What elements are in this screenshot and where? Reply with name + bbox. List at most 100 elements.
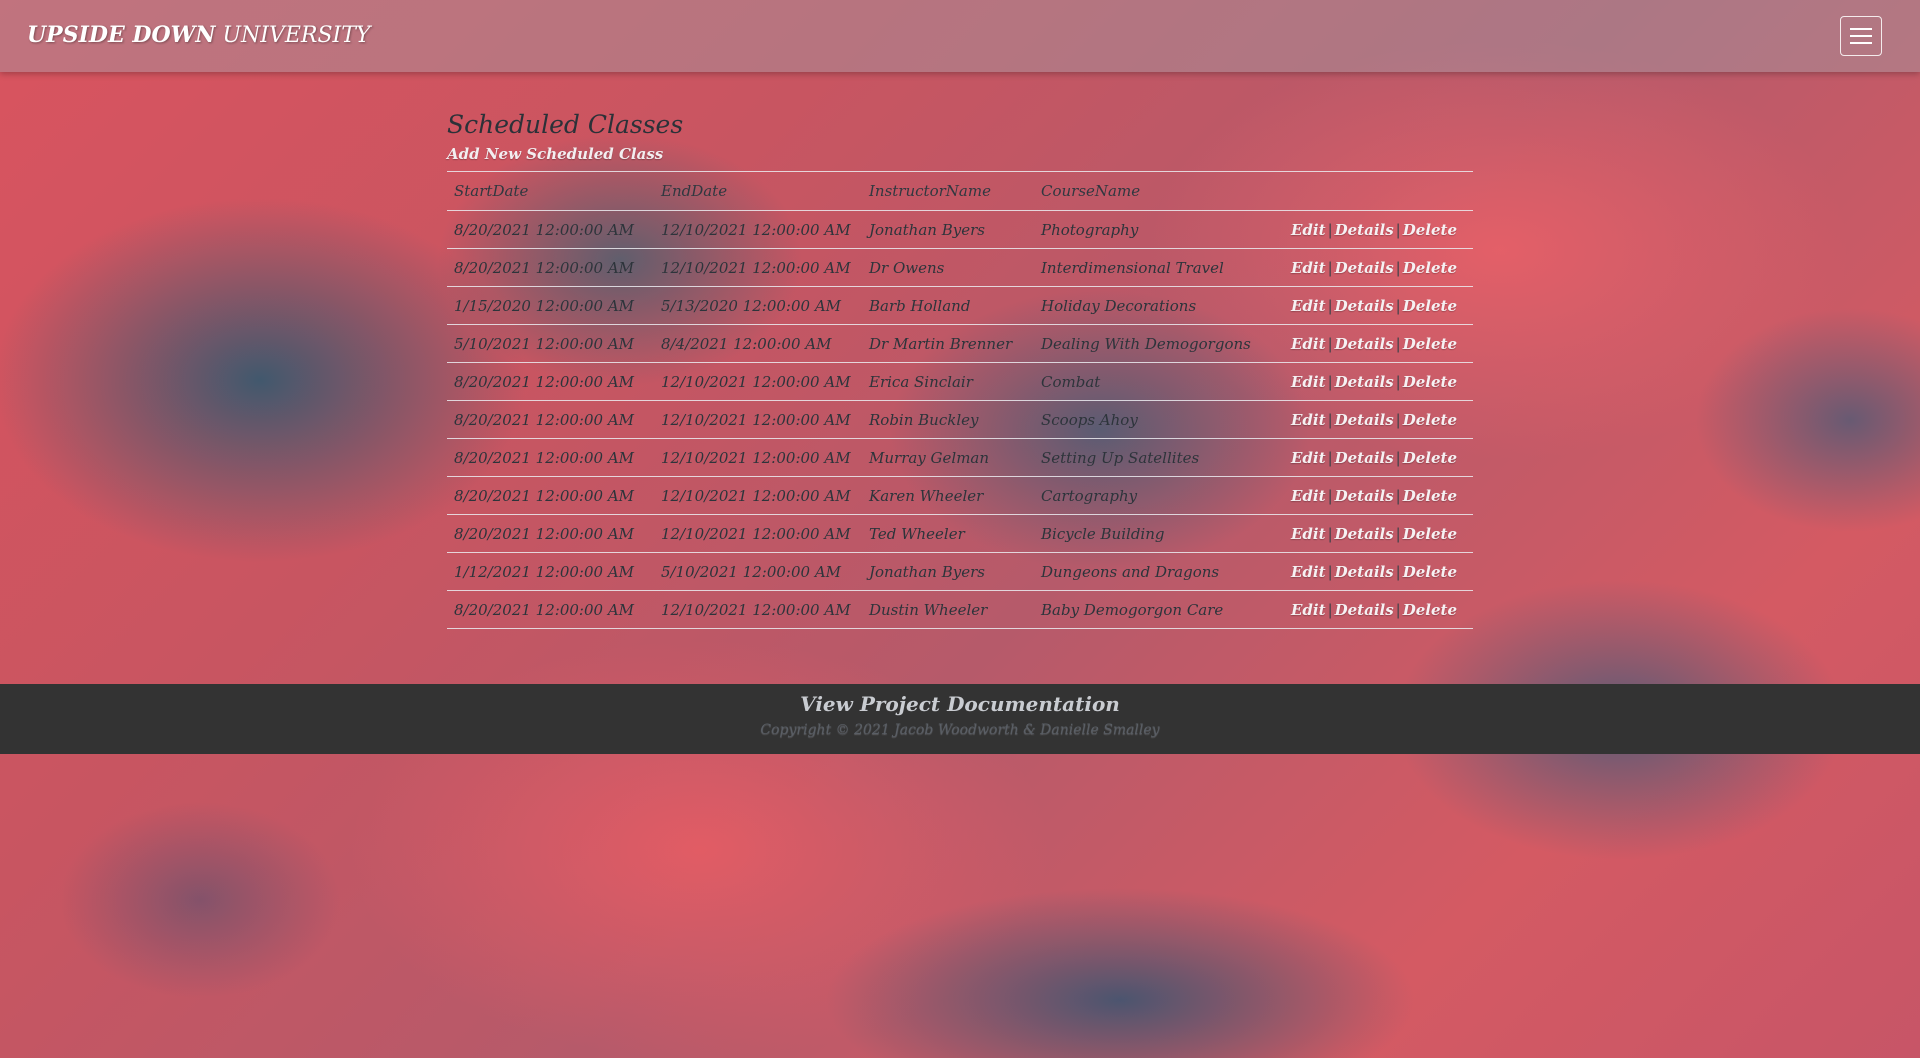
details-link[interactable]: Details xyxy=(1335,563,1394,581)
table-row: 8/20/2021 12:00:00 AM 12/10/2021 12:00:00… xyxy=(447,514,1473,553)
table-header-row: StartDate EndDate InstructorName CourseN… xyxy=(447,171,1473,211)
brand-logo-link[interactable]: UPSIDE DOWN UNIVERSITY xyxy=(27,22,370,48)
action-separator: | xyxy=(1327,296,1333,315)
end-date-cell: 12/10/2021 12:00:00 AM xyxy=(654,476,862,515)
details-link[interactable]: Details xyxy=(1335,449,1394,467)
course-name-cell: Holiday Decorations xyxy=(1034,286,1284,325)
edit-link[interactable]: Edit xyxy=(1291,563,1326,581)
delete-link[interactable]: Delete xyxy=(1403,297,1457,315)
end-date-cell: 12/10/2021 12:00:00 AM xyxy=(654,362,862,401)
add-new-scheduled-class-link[interactable]: Add New Scheduled Class xyxy=(447,145,663,163)
instructor-name-cell: Ted Wheeler xyxy=(862,514,1034,553)
instructor-name-cell: Murray Gelman xyxy=(862,438,1034,477)
start-date-cell: 8/20/2021 12:00:00 AM xyxy=(447,210,654,249)
action-separator: | xyxy=(1327,524,1333,543)
course-name-cell: Bicycle Building xyxy=(1034,514,1284,553)
start-date-cell: 8/20/2021 12:00:00 AM xyxy=(447,476,654,515)
action-separator: | xyxy=(1327,220,1333,239)
action-separator: | xyxy=(1395,410,1401,429)
row-actions: Edit | Details | Delete xyxy=(1284,324,1473,363)
course-name-cell: Scoops Ahoy xyxy=(1034,400,1284,439)
action-separator: | xyxy=(1395,258,1401,277)
edit-link[interactable]: Edit xyxy=(1291,525,1326,543)
start-date-cell: 8/20/2021 12:00:00 AM xyxy=(447,438,654,477)
course-name-cell: Dealing With Demogorgons xyxy=(1034,324,1284,363)
edit-link[interactable]: Edit xyxy=(1291,259,1326,277)
start-date-cell: 8/20/2021 12:00:00 AM xyxy=(447,248,654,287)
column-header-enddate: EndDate xyxy=(654,171,862,211)
delete-link[interactable]: Delete xyxy=(1403,221,1457,239)
action-separator: | xyxy=(1395,600,1401,619)
action-separator: | xyxy=(1395,372,1401,391)
row-actions: Edit | Details | Delete xyxy=(1284,400,1473,439)
delete-link[interactable]: Delete xyxy=(1403,449,1457,467)
start-date-cell: 1/15/2020 12:00:00 AM xyxy=(447,286,654,325)
delete-link[interactable]: Delete xyxy=(1403,563,1457,581)
table-row: 8/20/2021 12:00:00 AM 12/10/2021 12:00:00… xyxy=(447,248,1473,287)
details-link[interactable]: Details xyxy=(1335,259,1394,277)
details-link[interactable]: Details xyxy=(1335,373,1394,391)
start-date-cell: 8/20/2021 12:00:00 AM xyxy=(447,590,654,629)
row-actions: Edit | Details | Delete xyxy=(1284,590,1473,629)
column-header-actions xyxy=(1284,171,1473,211)
brand-rest-text: UNIVERSITY xyxy=(215,23,371,48)
navbar: UPSIDE DOWN UNIVERSITY xyxy=(0,0,1920,72)
course-name-cell: Interdimensional Travel xyxy=(1034,248,1284,287)
end-date-cell: 12/10/2021 12:00:00 AM xyxy=(654,514,862,553)
delete-link[interactable]: Delete xyxy=(1403,335,1457,353)
edit-link[interactable]: Edit xyxy=(1291,373,1326,391)
page-title: Scheduled Classes xyxy=(447,110,684,139)
row-actions: Edit | Details | Delete xyxy=(1284,552,1473,591)
edit-link[interactable]: Edit xyxy=(1291,297,1326,315)
edit-link[interactable]: Edit xyxy=(1291,601,1326,619)
edit-link[interactable]: Edit xyxy=(1291,449,1326,467)
action-separator: | xyxy=(1327,486,1333,505)
row-actions: Edit | Details | Delete xyxy=(1284,248,1473,287)
action-separator: | xyxy=(1327,562,1333,581)
table-row: 8/20/2021 12:00:00 AM 12/10/2021 12:00:00… xyxy=(447,210,1473,249)
action-separator: | xyxy=(1395,334,1401,353)
details-link[interactable]: Details xyxy=(1335,335,1394,353)
instructor-name-cell: Dr Martin Brenner xyxy=(862,324,1034,363)
course-name-cell: Cartography xyxy=(1034,476,1284,515)
delete-link[interactable]: Delete xyxy=(1403,373,1457,391)
table-row: 8/20/2021 12:00:00 AM 12/10/2021 12:00:00… xyxy=(447,400,1473,439)
details-link[interactable]: Details xyxy=(1335,221,1394,239)
edit-link[interactable]: Edit xyxy=(1291,221,1326,239)
details-link[interactable]: Details xyxy=(1335,487,1394,505)
end-date-cell: 5/10/2021 12:00:00 AM xyxy=(654,552,862,591)
hamburger-menu-icon xyxy=(1850,42,1872,44)
footer: View Project Documentation Copyright © 2… xyxy=(0,684,1920,754)
action-separator: | xyxy=(1327,600,1333,619)
delete-link[interactable]: Delete xyxy=(1403,525,1457,543)
details-link[interactable]: Details xyxy=(1335,601,1394,619)
action-separator: | xyxy=(1395,524,1401,543)
hamburger-menu-button[interactable] xyxy=(1840,16,1882,56)
hamburger-menu-icon xyxy=(1850,35,1872,37)
view-project-documentation-link[interactable]: View Project Documentation xyxy=(0,692,1920,716)
course-name-cell: Photography xyxy=(1034,210,1284,249)
row-actions: Edit | Details | Delete xyxy=(1284,362,1473,401)
brand-bold-text: UPSIDE DOWN xyxy=(27,22,216,48)
delete-link[interactable]: Delete xyxy=(1403,487,1457,505)
start-date-cell: 1/12/2021 12:00:00 AM xyxy=(447,552,654,591)
edit-link[interactable]: Edit xyxy=(1291,487,1326,505)
row-actions: Edit | Details | Delete xyxy=(1284,438,1473,477)
instructor-name-cell: Jonathan Byers xyxy=(862,552,1034,591)
details-link[interactable]: Details xyxy=(1335,297,1394,315)
delete-link[interactable]: Delete xyxy=(1403,259,1457,277)
delete-link[interactable]: Delete xyxy=(1403,411,1457,429)
edit-link[interactable]: Edit xyxy=(1291,411,1326,429)
action-separator: | xyxy=(1327,372,1333,391)
action-separator: | xyxy=(1327,334,1333,353)
instructor-name-cell: Robin Buckley xyxy=(862,400,1034,439)
end-date-cell: 8/4/2021 12:00:00 AM xyxy=(654,324,862,363)
details-link[interactable]: Details xyxy=(1335,525,1394,543)
edit-link[interactable]: Edit xyxy=(1291,335,1326,353)
table-row: 8/20/2021 12:00:00 AM 12/10/2021 12:00:00… xyxy=(447,362,1473,401)
table-row: 5/10/2021 12:00:00 AM 8/4/2021 12:00:00 A… xyxy=(447,324,1473,363)
details-link[interactable]: Details xyxy=(1335,411,1394,429)
row-actions: Edit | Details | Delete xyxy=(1284,476,1473,515)
start-date-cell: 8/20/2021 12:00:00 AM xyxy=(447,400,654,439)
delete-link[interactable]: Delete xyxy=(1403,601,1457,619)
